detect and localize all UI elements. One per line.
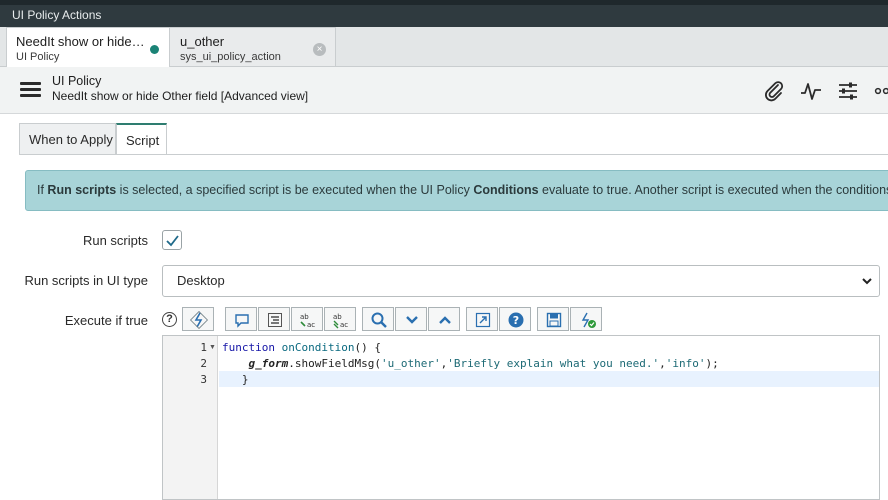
svg-text:ab: ab — [333, 313, 342, 321]
svg-text:?: ? — [513, 314, 519, 327]
fold-arrow-icon[interactable]: ▼ — [209, 344, 216, 351]
code-method: .showFieldMsg( — [288, 357, 381, 370]
code-line: function onCondition() { — [222, 341, 381, 354]
close-tab-icon[interactable]: × — [313, 43, 326, 56]
form-header: UI Policy NeedIt show or hide Other fiel… — [0, 67, 888, 114]
info-message: If Run scripts is selected, a specified … — [25, 170, 888, 211]
code-line: } — [222, 373, 249, 386]
tab-script[interactable]: Script — [116, 123, 167, 155]
sliders-icon[interactable] — [836, 79, 860, 103]
run-scripts-label: Run scripts — [82, 233, 148, 248]
tab-needit[interactable]: NeedIt show or hide… UI Policy — [6, 27, 170, 68]
script-editor[interactable]: 1 ▼ 2 3 function onCondition() { g_form.… — [162, 335, 880, 500]
line-number: 1 — [200, 341, 207, 354]
code-string: 'info' — [665, 357, 706, 370]
form-title: UI Policy — [52, 74, 102, 88]
info-text: is selected, a specified script is be ex… — [116, 183, 474, 197]
info-text: evaluate to true. Another script is exec… — [542, 183, 888, 197]
code-punct: ); — [705, 357, 719, 370]
tab-strip: NeedIt show or hide… UI Policy u_other s… — [0, 27, 888, 68]
tab-subtitle: UI Policy — [16, 51, 60, 63]
active-line-highlight — [219, 371, 879, 387]
replace-all-icon[interactable]: ab ac — [324, 307, 356, 331]
info-bold: Conditions — [473, 183, 539, 197]
chevron-down-icon — [862, 278, 872, 285]
execute-if-true-label: Execute if true — [64, 313, 148, 328]
tab-subtitle: sys_ui_policy_action — [180, 51, 281, 63]
code-punct: () { — [354, 341, 381, 354]
tab-title: u_other — [180, 34, 225, 49]
code-string: 'Briefly explain what you need.' — [447, 357, 660, 370]
tab-when-to-apply[interactable]: When to Apply — [19, 123, 116, 155]
ui-type-label: Run scripts in UI type — [24, 273, 148, 288]
run-scripts-checkbox[interactable] — [162, 230, 182, 250]
ui-type-value: Desktop — [177, 273, 225, 288]
code-line: g_form.showFieldMsg('u_other','Briefly e… — [222, 357, 719, 370]
comment-icon[interactable] — [225, 307, 257, 331]
menu-icon[interactable] — [20, 82, 41, 98]
modified-dot-icon — [150, 45, 159, 54]
tab-u-other[interactable]: u_other sys_ui_policy_action × — [170, 27, 336, 67]
script-toggle-icon[interactable] — [182, 307, 214, 331]
line-number: 3 — [200, 373, 207, 386]
ui-type-select[interactable]: Desktop — [162, 265, 880, 297]
activity-icon[interactable] — [799, 79, 823, 103]
more-icon[interactable] — [874, 79, 888, 103]
format-icon[interactable] — [258, 307, 290, 331]
code-string: 'u_other' — [380, 357, 441, 370]
help-circle-icon[interactable]: ? — [499, 307, 531, 331]
expand-icon[interactable] — [395, 307, 427, 331]
save-icon[interactable] — [537, 307, 569, 331]
code-keyword: function — [222, 341, 275, 354]
info-bold: Run scripts — [47, 183, 117, 197]
code-function-name: onCondition — [274, 341, 355, 354]
window-title: UI Policy Actions — [0, 0, 888, 27]
svg-text:ab: ab — [300, 313, 309, 321]
svg-text:ac: ac — [307, 321, 315, 329]
code-object: g_form — [248, 357, 289, 370]
info-text: If — [37, 183, 48, 197]
check-icon — [166, 235, 179, 247]
code-punct: , — [659, 357, 666, 370]
syntax-check-icon[interactable] — [570, 307, 602, 331]
collapse-icon[interactable] — [428, 307, 460, 331]
form-subtitle: NeedIt show or hide Other field [Advance… — [52, 89, 309, 103]
replace-icon[interactable]: ab ac — [291, 307, 323, 331]
help-icon[interactable]: ? — [162, 312, 177, 327]
paperclip-icon[interactable] — [762, 79, 786, 103]
line-number: 2 — [200, 357, 207, 370]
line-gutter: 1 ▼ 2 3 — [163, 336, 218, 499]
svg-text:ac: ac — [340, 321, 348, 329]
fullscreen-icon[interactable] — [466, 307, 498, 331]
divider — [19, 154, 888, 155]
tab-title: NeedIt show or hide… — [16, 34, 145, 49]
search-icon[interactable] — [362, 307, 394, 331]
